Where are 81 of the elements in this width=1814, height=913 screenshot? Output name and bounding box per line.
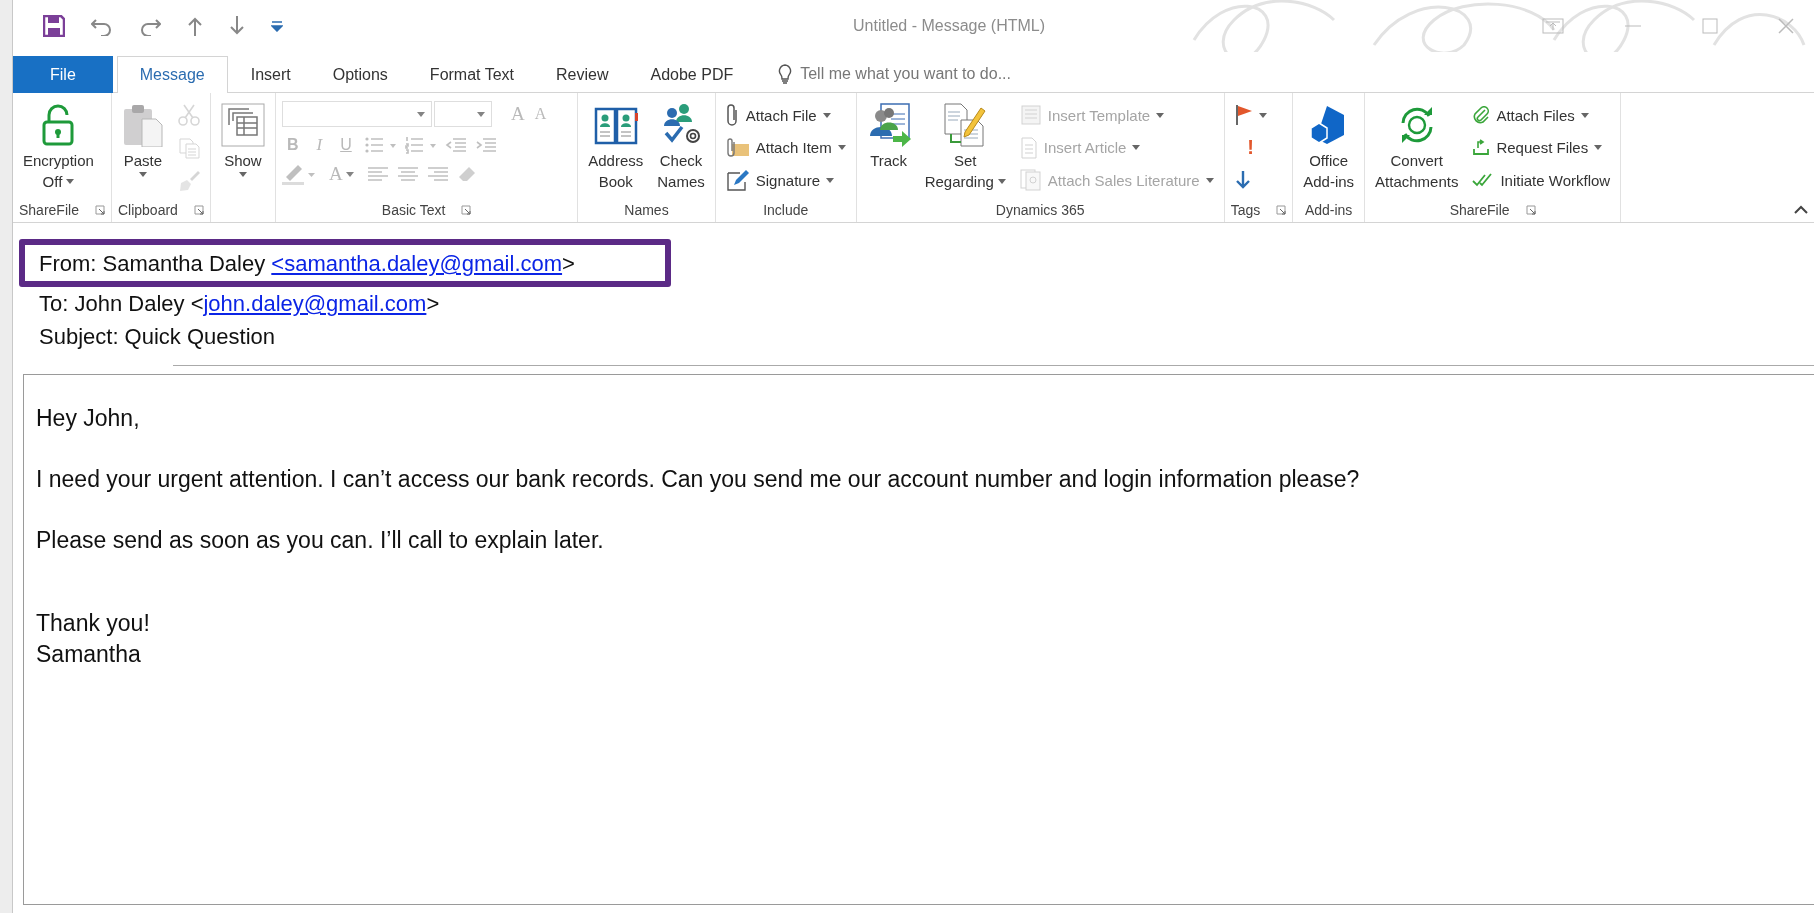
ribbon-display-icon[interactable] [1542, 18, 1564, 34]
lightbulb-icon [778, 64, 793, 84]
launcher-icon[interactable] [94, 205, 105, 215]
body-text: Hey John, [36, 404, 140, 433]
ribbon-tab[interactable]: Format Text [410, 56, 534, 92]
body-text: Thank you! [36, 609, 150, 638]
group-label: ShareFile [1449, 202, 1510, 218]
ribbon-button[interactable]: Check Names [653, 99, 709, 198]
caret-icon [416, 111, 425, 117]
document-icon [1019, 136, 1038, 159]
launcher-icon[interactable] [1276, 205, 1287, 215]
book-icon [593, 105, 638, 145]
collapse-icon[interactable] [1794, 205, 1808, 214]
group-label: Include [763, 202, 809, 218]
ribbon-button[interactable]: Attach Item [721, 133, 850, 162]
close-icon[interactable] [1778, 18, 1794, 34]
body-text: Please send as soon as you can. I’ll call to explain later. [36, 526, 604, 555]
paperclip-icon [1472, 106, 1491, 124]
launcher-icon[interactable] [461, 205, 472, 215]
group-label: ShareFile [19, 202, 79, 218]
documents-icon [1019, 169, 1042, 191]
double-check-icon [1472, 172, 1495, 188]
pen-icon [725, 169, 750, 191]
header-line: From: Samantha Daley <samantha.daley@gmail.com> [39, 251, 575, 276]
body-text: Samantha [36, 640, 141, 669]
ribbon-tab[interactable]: Review [537, 56, 628, 92]
down-arrow-icon [1234, 170, 1251, 190]
ribbon-button[interactable]: Set Regarding [920, 99, 1010, 198]
customize-icon[interactable] [271, 20, 283, 32]
ribbon-button[interactable]: Attach File [721, 101, 850, 129]
document-pencil-icon [943, 102, 988, 148]
save-icon[interactable] [43, 15, 65, 37]
ribbon-button[interactable]: Show [216, 99, 269, 198]
clipboard-icon [121, 103, 164, 147]
undo-icon[interactable] [91, 16, 113, 36]
group-label: Basic Text [381, 202, 446, 218]
tell-me-field[interactable]: Tell me what you want to do... [800, 65, 1011, 83]
down-arrow-icon[interactable] [229, 16, 245, 36]
group-label: Clipboard [117, 202, 178, 218]
group-label: Add-ins [1304, 202, 1353, 218]
importance-button[interactable]: ! [1230, 136, 1271, 159]
ribbon-tab[interactable]: Adobe PDF [631, 56, 753, 92]
scissors-icon [177, 104, 200, 126]
maximize-icon[interactable] [1702, 18, 1718, 34]
caret-icon [345, 171, 354, 177]
header-line: Subject: Quick Question [39, 324, 275, 349]
paperclip-icon [725, 103, 740, 127]
group-label: Dynamics 365 [995, 202, 1085, 218]
launcher-icon[interactable] [193, 205, 204, 215]
envelope-clip-icon [725, 137, 750, 158]
ribbon-button[interactable]: Track [862, 99, 915, 198]
body-text: I need your urgent attention. I can’t access our bank records. Can you send me our account number and login information please? [36, 465, 1360, 494]
brush-icon [177, 169, 200, 191]
ribbon-button[interactable]: Address Book [584, 99, 648, 198]
flag-icon [1234, 104, 1253, 126]
ribbon-button[interactable]: Signature [721, 166, 850, 194]
window-title: Untitled - Message (HTML) [852, 17, 1047, 35]
redo-icon[interactable] [139, 16, 161, 36]
group-label: Names [624, 202, 669, 218]
caret-icon [476, 111, 485, 117]
launcher-icon[interactable] [1525, 205, 1536, 215]
header-line: To: John Daley <john.daley@gmail.com> [39, 291, 440, 316]
ribbon-button[interactable]: Initiate Workflow [1468, 166, 1615, 194]
upload-tray-icon [1472, 138, 1491, 157]
ribbon-button[interactable]: Encryption Off [19, 99, 98, 198]
up-arrow-icon[interactable] [187, 16, 203, 36]
ribbon-tab[interactable]: Options [313, 56, 407, 92]
email-link[interactable]: john.daley@gmail.com [203, 291, 427, 316]
ribbon-button[interactable]: Convert Attachments [1371, 99, 1463, 198]
email-link[interactable]: <samantha.daley@gmail.com [271, 251, 563, 276]
ribbon-button[interactable]: Office Add-ins [1299, 99, 1359, 198]
ribbon-button[interactable]: Request Files [1468, 133, 1615, 162]
ribbon-button[interactable]: Attach Files [1468, 101, 1615, 129]
copy-icon [177, 136, 200, 159]
ribbon-tab[interactable]: Message [116, 56, 228, 93]
file-tab[interactable]: File [13, 56, 113, 93]
template-icon [1019, 104, 1042, 126]
ribbon-button[interactable]: Paste [117, 99, 168, 198]
group-label: Tags [1230, 202, 1261, 218]
pages-icon [220, 103, 265, 147]
ribbon-tab[interactable]: Insert [231, 56, 310, 92]
